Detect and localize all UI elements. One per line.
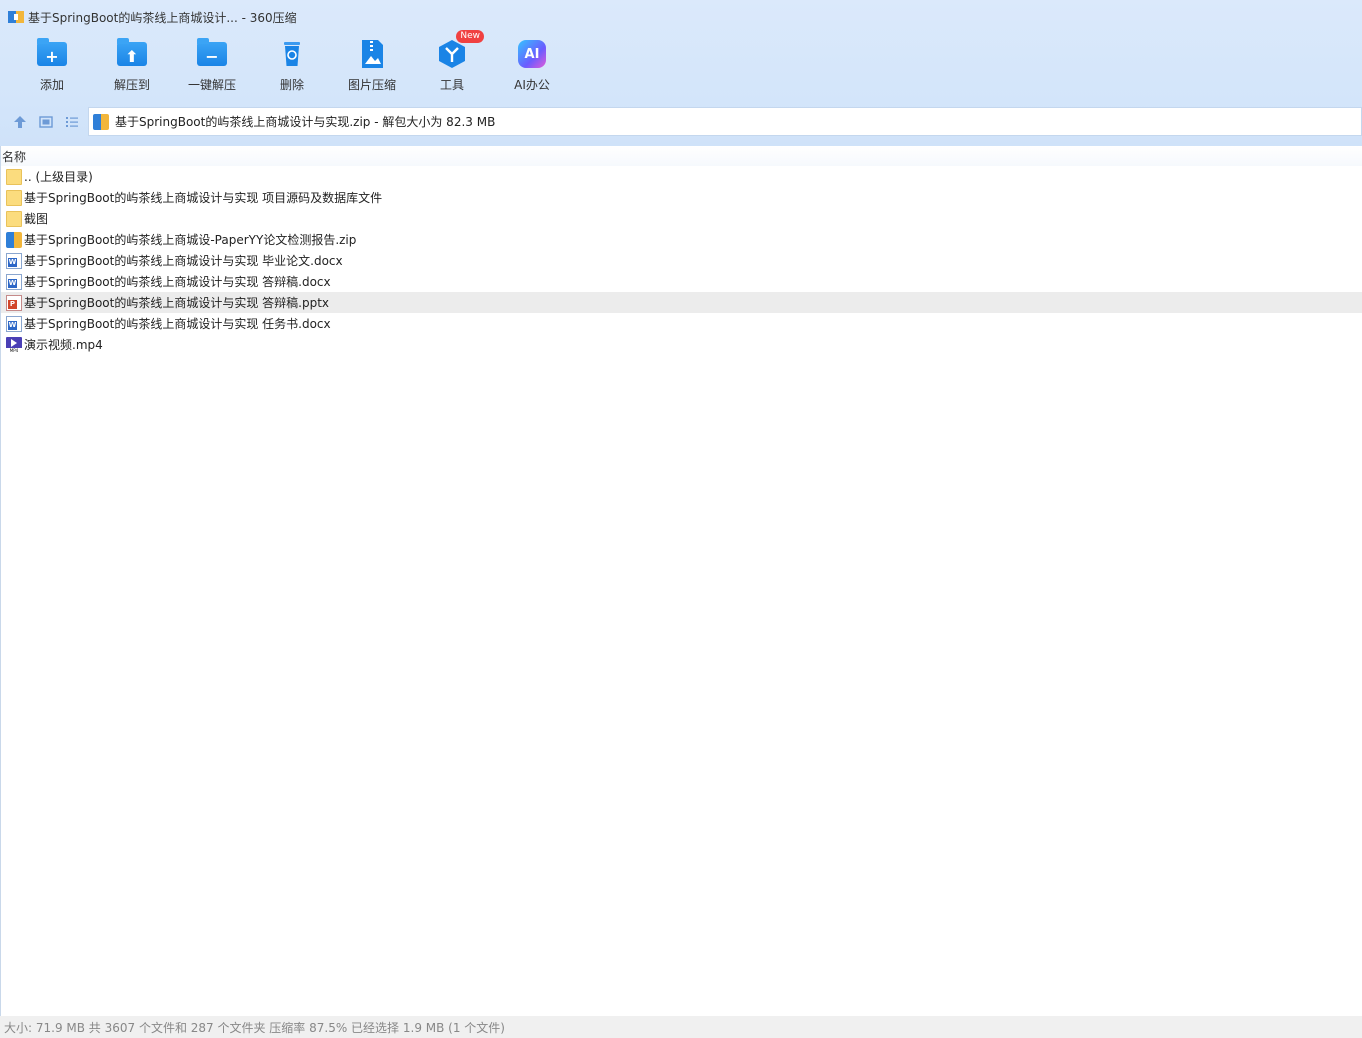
up-level-icon[interactable] <box>7 109 33 135</box>
ai-office-label: AI办公 <box>514 78 550 92</box>
new-badge: New <box>456 30 484 43</box>
tools-label: 工具 <box>439 78 464 92</box>
archive-app-icon <box>8 9 24 25</box>
one-click-extract-button[interactable]: − 一键解压 <box>172 36 252 98</box>
powerpoint-icon: P <box>6 294 22 311</box>
image-compress-button[interactable]: 图片压缩 <box>332 36 412 98</box>
list-item[interactable]: 基于SpringBoot的屿茶线上商城设计与实现 项目源码及数据库文件 <box>1 187 1362 208</box>
list-view-icon[interactable] <box>59 109 85 135</box>
word-doc-icon: W <box>6 273 22 290</box>
thumbnail-view-icon[interactable] <box>33 109 59 135</box>
file-name: 基于SpringBoot的屿茶线上商城设计与实现 项目源码及数据库文件 <box>24 191 383 205</box>
status-text: 大小: 71.9 MB 共 3607 个文件和 287 个文件夹 压缩率 87.… <box>4 1020 505 1035</box>
image-compress-label: 图片压缩 <box>347 78 396 92</box>
extract-to-button[interactable]: ⬆ 解压到 <box>92 36 172 98</box>
one-click-extract-label: 一键解压 <box>187 78 236 92</box>
extract-to-icon: ⬆ <box>114 36 150 72</box>
toolbar: + 添加 ⬆ 解压到 − 一键解压 删除 图片压缩 New 工具 AI AI办公 <box>12 30 572 98</box>
window-title: 基于SpringBoot的屿茶线上商城设计... - 360压缩 <box>28 10 297 25</box>
file-name: .. (上级目录) <box>24 170 93 184</box>
file-name: 基于SpringBoot的屿茶线上商城设计与实现 答辩稿.pptx <box>24 296 330 310</box>
file-name: 基于SpringBoot的屿茶线上商城设计与实现 任务书.docx <box>24 317 331 331</box>
tools-button[interactable]: New 工具 <box>412 30 492 98</box>
ai-office-icon: AI <box>514 36 550 72</box>
title-bar: 基于SpringBoot的屿茶线上商城设计... - 360压缩 <box>0 0 1362 34</box>
file-name: 基于SpringBoot的屿茶线上商城设-PaperYY论文检测报告.zip <box>24 233 357 247</box>
folder-icon <box>6 210 22 227</box>
folder-icon <box>6 168 22 185</box>
status-bar: 大小: 71.9 MB 共 3607 个文件和 287 个文件夹 压缩率 87.… <box>0 1016 1362 1038</box>
address-bar: 基于SpringBoot的屿茶线上商城设计与实现.zip - 解包大小为 82.… <box>0 106 1362 138</box>
file-name: 截图 <box>24 212 49 226</box>
file-name: 基于SpringBoot的屿茶线上商城设计与实现 毕业论文.docx <box>24 254 343 268</box>
list-item[interactable]: MP4 演示视频.mp4 <box>1 334 1362 355</box>
top-area: 基于SpringBoot的屿茶线上商城设计... - 360压缩 + 添加 ⬆ … <box>0 0 1362 146</box>
list-item[interactable]: W 基于SpringBoot的屿茶线上商城设计与实现 答辩稿.docx <box>1 271 1362 292</box>
word-doc-icon: W <box>6 315 22 332</box>
list-item[interactable]: 基于SpringBoot的屿茶线上商城设-PaperYY论文检测报告.zip <box>1 229 1362 250</box>
ai-glyph: AI <box>518 40 546 68</box>
list-item-selected[interactable]: P 基于SpringBoot的屿茶线上商城设计与实现 答辩稿.pptx <box>1 292 1362 313</box>
ai-office-button[interactable]: AI AI办公 <box>492 36 572 98</box>
word-doc-icon: W <box>6 252 22 269</box>
image-compress-icon <box>354 36 390 72</box>
file-name: 演示视频.mp4 <box>24 338 103 352</box>
zip-file-icon <box>6 231 22 248</box>
add-button[interactable]: + 添加 <box>12 36 92 98</box>
extract-to-label: 解压到 <box>113 78 150 92</box>
list-item[interactable]: W 基于SpringBoot的屿茶线上商城设计与实现 毕业论文.docx <box>1 250 1362 271</box>
video-file-icon: MP4 <box>6 336 22 353</box>
folder-icon <box>6 189 22 206</box>
delete-label: 删除 <box>279 78 304 92</box>
one-click-extract-icon: − <box>194 36 230 72</box>
list-item[interactable]: 截图 <box>1 208 1362 229</box>
zip-archive-icon <box>93 113 109 130</box>
add-label: 添加 <box>39 78 64 92</box>
trash-icon <box>274 36 310 72</box>
column-header-name[interactable]: 名称 <box>1 146 1362 166</box>
path-text: 基于SpringBoot的屿茶线上商城设计与实现.zip - 解包大小为 82.… <box>115 115 496 129</box>
file-name: 基于SpringBoot的屿茶线上商城设计与实现 答辩稿.docx <box>24 275 331 289</box>
delete-button[interactable]: 删除 <box>252 36 332 98</box>
path-field[interactable]: 基于SpringBoot的屿茶线上商城设计与实现.zip - 解包大小为 82.… <box>88 107 1362 136</box>
file-list: 名称 .. (上级目录) 基于SpringBoot的屿茶线上商城设计与实现 项目… <box>0 146 1362 1016</box>
list-item[interactable]: .. (上级目录) <box>1 166 1362 187</box>
add-folder-icon: + <box>34 36 70 72</box>
list-item[interactable]: W 基于SpringBoot的屿茶线上商城设计与实现 任务书.docx <box>1 313 1362 334</box>
tools-icon: New <box>434 30 484 72</box>
